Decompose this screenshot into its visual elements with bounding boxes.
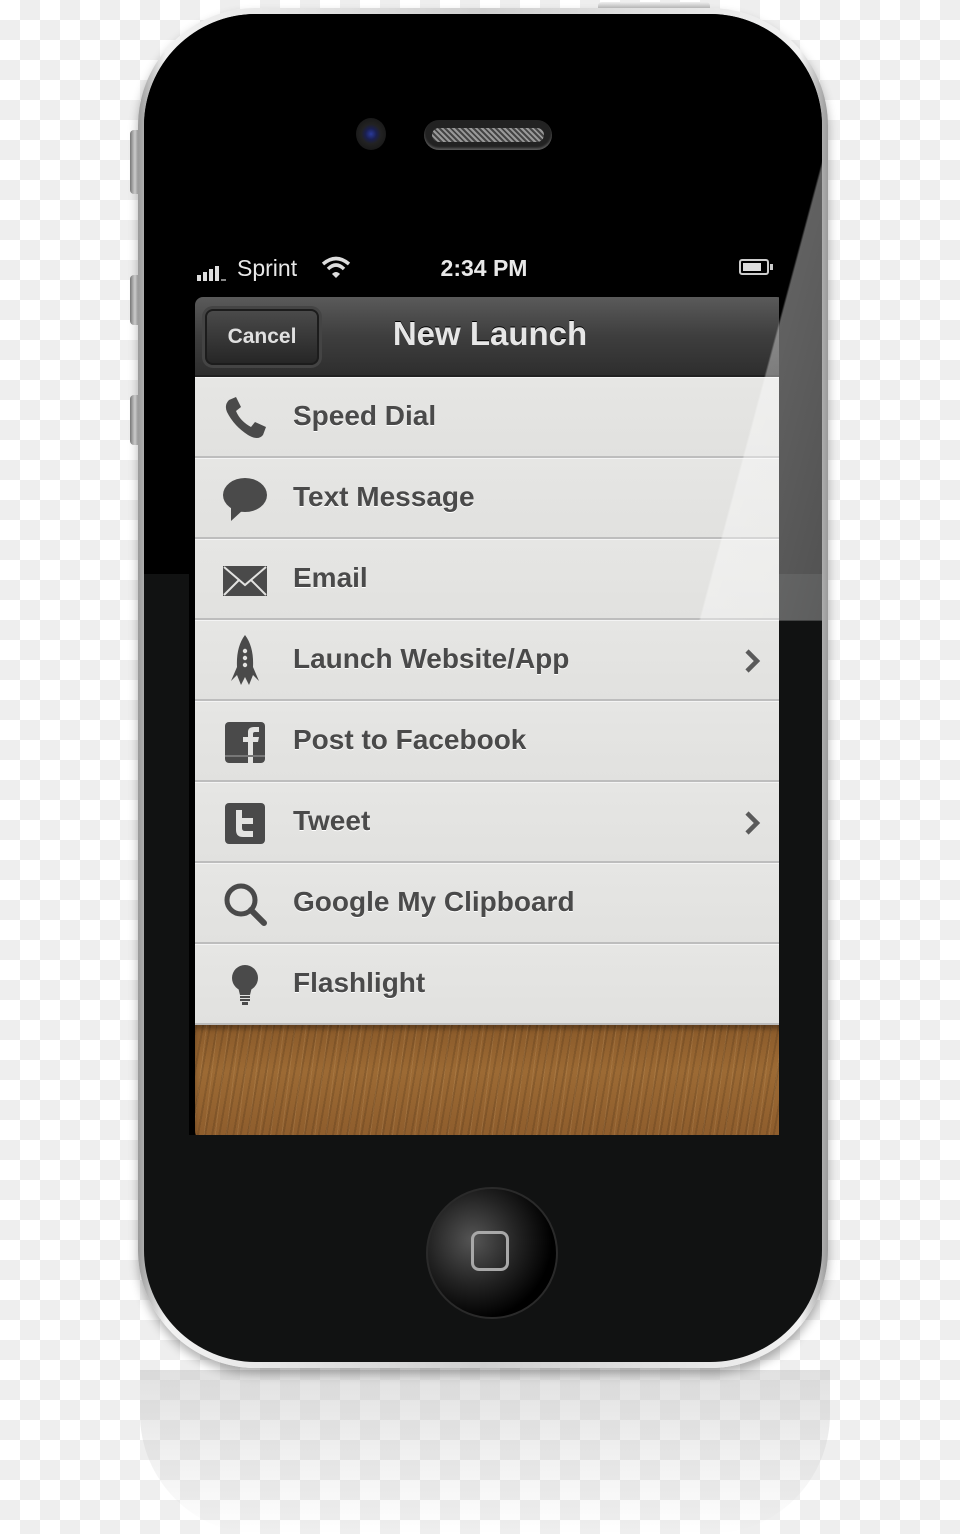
list-item-google-my-clipboard[interactable]: Google My Clipboard xyxy=(195,863,779,944)
chevron-right-icon xyxy=(739,807,767,839)
phone-frame: Sprint 2:34 PM Cancel New Launch Speed D… xyxy=(138,8,828,1368)
list-item-launch-website-app[interactable]: Launch Website/App xyxy=(195,620,779,701)
list-item-email[interactable]: Email xyxy=(195,539,779,620)
list-item-post-to-facebook[interactable]: Post to Facebook xyxy=(195,701,779,782)
list-item-flashlight[interactable]: Flashlight xyxy=(195,944,779,1025)
list-item-label: Google My Clipboard xyxy=(293,886,575,917)
list-item-label: Post to Facebook xyxy=(293,724,527,755)
rocket-icon xyxy=(221,635,269,685)
phone-reflection xyxy=(140,1370,830,1534)
earpiece-speaker xyxy=(424,120,552,150)
front-camera xyxy=(356,118,386,150)
battery-icon xyxy=(739,259,773,275)
envelope-icon xyxy=(221,556,269,604)
list-item-label: Launch Website/App xyxy=(293,643,570,674)
twitter-icon xyxy=(221,799,269,847)
list-item-label: Speed Dial xyxy=(293,400,437,431)
list-item-tweet[interactable]: Tweet xyxy=(195,782,779,863)
list-item-speed-dial[interactable]: Speed Dial xyxy=(195,377,779,458)
list-item-label: Tweet xyxy=(293,805,371,836)
list-item-label: Text Message xyxy=(293,481,475,512)
launch-type-list: Speed Dial Text Message Email Launch Web… xyxy=(195,377,779,1025)
speech-bubble-icon xyxy=(221,475,269,523)
page-title: New Launch xyxy=(392,315,588,352)
facebook-icon xyxy=(221,718,269,766)
lightbulb-icon xyxy=(221,961,269,1009)
screen: Sprint 2:34 PM Cancel New Launch Speed D… xyxy=(189,247,779,1135)
chevron-right-icon xyxy=(739,645,767,677)
wood-background xyxy=(195,1025,779,1135)
phone-icon xyxy=(221,394,269,442)
list-item-label: Flashlight xyxy=(293,967,426,998)
home-button[interactable] xyxy=(426,1187,558,1319)
list-item-text-message[interactable]: Text Message xyxy=(195,458,779,539)
phone-bezel: Sprint 2:34 PM Cancel New Launch Speed D… xyxy=(144,14,822,1362)
status-bar: Sprint 2:34 PM xyxy=(189,247,779,289)
search-icon xyxy=(221,880,269,928)
navigation-bar: Cancel New Launch xyxy=(195,297,779,377)
list-item-label: Email xyxy=(293,562,368,593)
clock: 2:34 PM xyxy=(440,255,528,281)
